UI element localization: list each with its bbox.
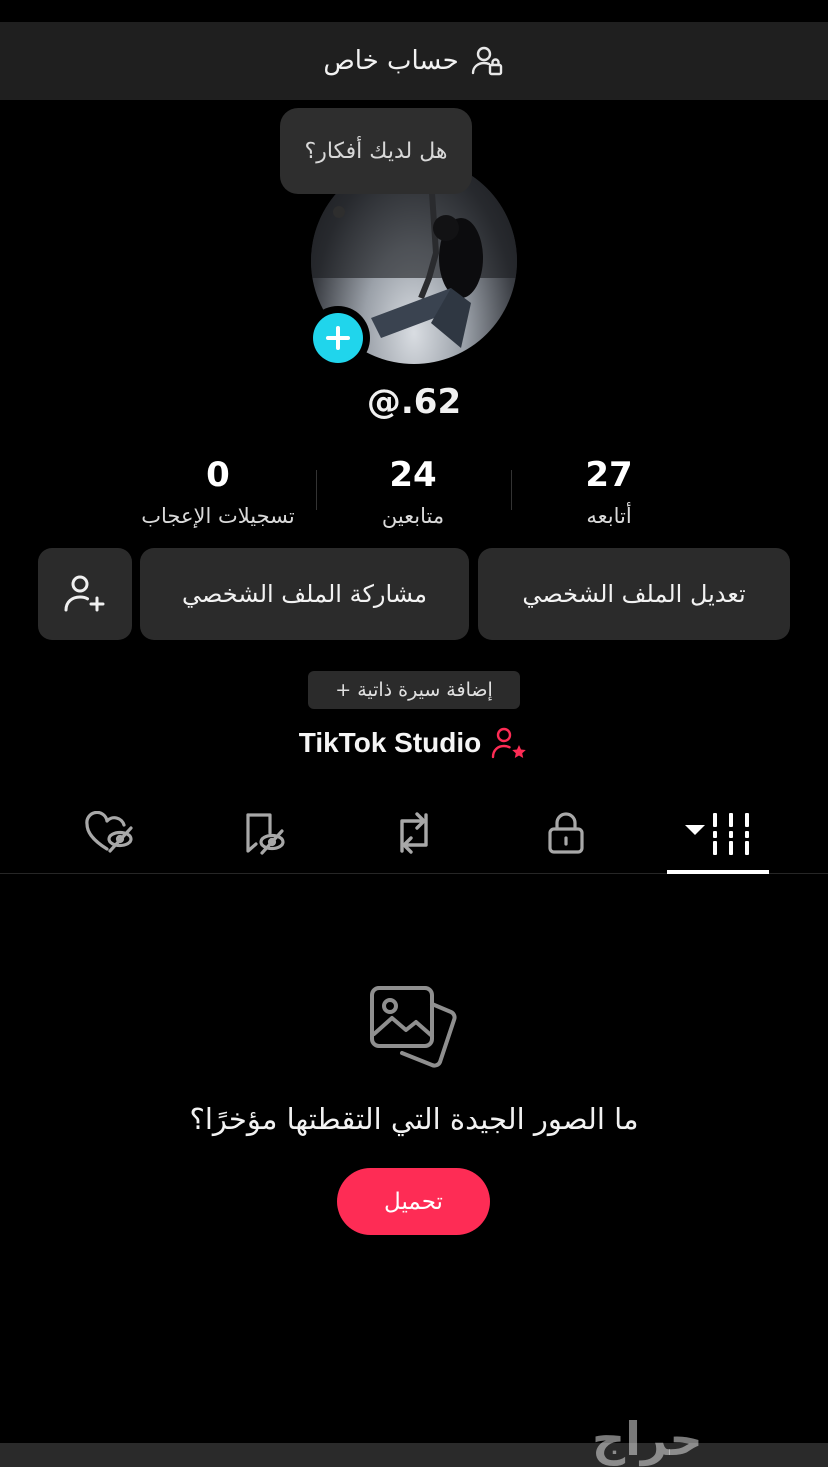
stat-value: 0 xyxy=(206,455,230,495)
stat-value: 24 xyxy=(389,455,437,495)
add-bio-button[interactable]: + إضافة سيرة ذاتية xyxy=(308,671,520,709)
bookmark-hidden-icon xyxy=(246,813,285,855)
lock-icon xyxy=(548,812,584,854)
studio-label: TikTok Studio xyxy=(298,727,482,758)
stat-value: 27 xyxy=(585,455,633,495)
content-tabs xyxy=(0,796,828,874)
stat-label: تسجيلات الإعجاب xyxy=(141,504,295,528)
add-user-icon xyxy=(64,575,105,612)
stat-label: أتابعه xyxy=(586,504,632,528)
stat-label: متابعين xyxy=(381,504,445,528)
tab-private[interactable] xyxy=(516,796,616,870)
thoughts-bubble[interactable]: هل لديك أفكار؟ xyxy=(280,108,472,194)
upload-button[interactable]: تحميل xyxy=(337,1168,490,1235)
stat-followers[interactable]: 24 متابعين xyxy=(313,452,513,528)
edit-profile-button[interactable]: تعديل الملف الشخصي xyxy=(478,548,790,640)
avatar-add-button[interactable] xyxy=(306,306,370,370)
tab-videos[interactable] xyxy=(667,796,769,870)
username: @.62 xyxy=(366,382,462,422)
plus-icon xyxy=(326,326,350,350)
private-account-icon[interactable] xyxy=(469,43,505,79)
add-friend-button[interactable] xyxy=(38,548,132,640)
tab-liked[interactable] xyxy=(60,796,160,870)
watermark-logo: حراج xyxy=(592,1412,703,1466)
photos-icon xyxy=(366,982,462,1078)
heart-hidden-icon xyxy=(85,811,133,853)
studio-person-star-icon xyxy=(492,727,527,759)
share-profile-button[interactable]: مشاركة الملف الشخصي xyxy=(140,548,469,640)
empty-state-text: ما الصور الجيدة التي التقطتها مؤخرًا؟ xyxy=(189,1102,639,1136)
tab-favorites[interactable] xyxy=(215,796,315,870)
active-tab-indicator xyxy=(667,870,769,874)
bubble-tail xyxy=(333,206,345,218)
tab-reposts[interactable] xyxy=(364,796,464,870)
bottom-nav-bar xyxy=(0,1443,828,1467)
repost-icon xyxy=(400,812,428,854)
stat-following[interactable]: 27 أتابعه xyxy=(509,452,709,528)
grid-icon xyxy=(685,813,749,855)
stat-likes[interactable]: 0 تسجيلات الإعجاب xyxy=(118,452,318,528)
tiktok-studio-link[interactable]: TikTok Studio xyxy=(0,726,828,760)
top-bar: حساب خاص xyxy=(0,22,828,100)
account-title[interactable]: حساب خاص xyxy=(323,46,458,76)
